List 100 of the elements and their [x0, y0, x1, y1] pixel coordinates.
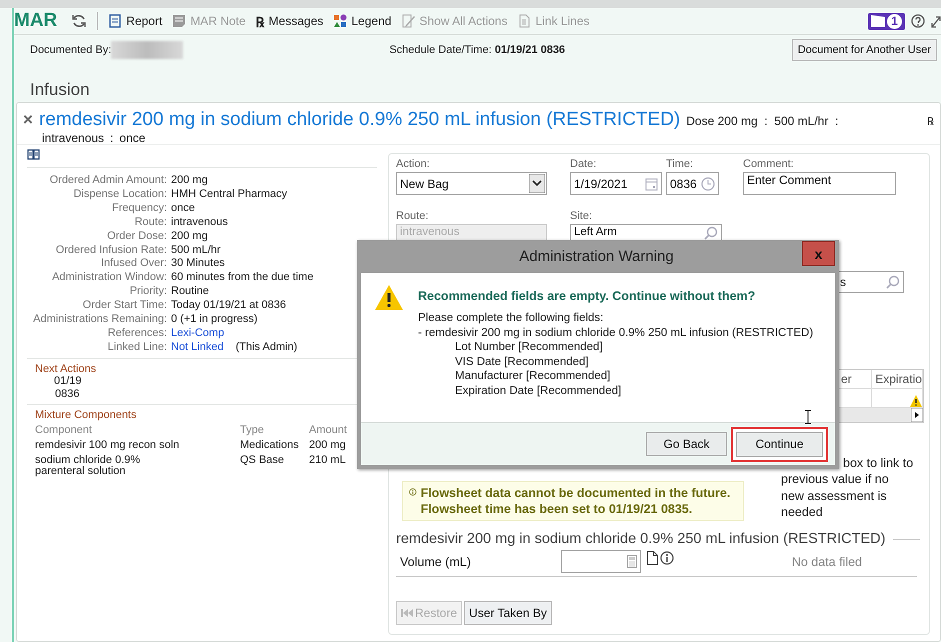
go-back-button[interactable]: Go Back	[646, 432, 727, 456]
field-label: Comment:	[743, 158, 795, 172]
rx-icon: ℞	[927, 113, 934, 128]
table-cell-text: sodium chloride 0.9% parenteral solution	[35, 455, 142, 478]
calendar-icon	[645, 176, 658, 190]
date-field[interactable]: 1/19/2021	[570, 172, 662, 195]
volume-field[interactable]	[560, 550, 641, 573]
calculator-icon	[626, 555, 637, 568]
note-icon	[172, 14, 186, 28]
column-header: Type	[240, 425, 265, 436]
clapperboard-icon	[871, 15, 885, 27]
required-field-item: VIS Date [Recommended]	[455, 354, 590, 369]
info-icon[interactable]	[660, 550, 674, 564]
separator-text: :	[110, 131, 114, 145]
table-cell-text: 210 mL	[309, 455, 347, 468]
detail-value: 60 minutes from the due time	[171, 271, 314, 286]
field-label: Date:	[570, 158, 598, 172]
document-link-icon	[517, 14, 532, 28]
detail-label: Dispense Location:	[72, 188, 167, 202]
table-cell-text: remdesivir 100 mg recon soln	[35, 440, 180, 452]
column-header: Amount	[309, 425, 348, 436]
table-cell-text: 200 mg	[309, 440, 347, 452]
detail-value: Today 01/19/21 at 0836	[171, 299, 287, 314]
app-title: MAR	[14, 10, 58, 32]
refresh-icon[interactable]	[71, 13, 88, 29]
user-taken-by-button[interactable]: User Taken By	[464, 601, 552, 625]
field-label: Volume (mL)	[400, 554, 471, 568]
detail-note: (This Admin)	[236, 340, 298, 353]
notification-badge[interactable]: 1	[868, 12, 905, 30]
text-field[interactable]: Enter Comment	[743, 172, 896, 195]
dose-rate: Dose 200 mg : 500 mL/hr :	[686, 114, 838, 128]
status-text: No data filed	[792, 554, 862, 568]
route-text: intravenous	[42, 131, 104, 145]
detail-value: 200 mg	[171, 174, 209, 188]
warning-icon	[375, 285, 403, 310]
detail-label: References:	[106, 326, 167, 341]
detail-label: Frequency:	[110, 202, 167, 216]
pencil-icon	[401, 14, 416, 28]
required-field-item: Manufacturer [Recommended]	[455, 369, 612, 384]
detail-label: Administration Window:	[51, 271, 167, 286]
detail-label: Order Dose:	[106, 230, 167, 244]
field-label: Time:	[666, 158, 694, 172]
hint-text: box to link to	[843, 455, 914, 472]
field-label: Documented By:	[30, 44, 112, 56]
clock-icon	[701, 176, 715, 190]
detail-value: HMH Central Pharmacy	[171, 188, 288, 202]
next-action-time: 0836	[55, 388, 80, 400]
detail-value: intravenous	[171, 216, 229, 230]
document-for-another-user-button[interactable]: Document for Another User	[792, 39, 937, 61]
toolbar-button[interactable]: Report	[108, 14, 162, 28]
table-cell-text: QS Base	[240, 455, 286, 468]
group-title: remdesivir 200 mg in sodium chloride 0.9% 250 mL infusion (RESTRICTED)	[396, 531, 886, 547]
dialog-title: Administration Warning	[518, 248, 675, 265]
detail-label: Ordered Infusion Rate:	[54, 244, 167, 258]
column-header: Component	[35, 425, 93, 436]
search-icon	[886, 275, 900, 289]
section-heading: Mixture Components	[35, 409, 138, 422]
detail-value: 500 mL/hr	[171, 244, 222, 258]
report-icon	[108, 14, 122, 28]
time-field[interactable]: 0836	[666, 172, 719, 195]
shapes-icon	[333, 14, 348, 28]
order-title[interactable]: remdesivir 200 mg in sodium chloride 0.9% 250 mL infusion (RESTRICTED)	[38, 109, 680, 131]
reference-link[interactable]: Lexi-Comp	[171, 326, 224, 339]
book-icon[interactable]	[27, 149, 40, 160]
continue-button[interactable]: Continue	[731, 426, 828, 462]
detail-value: 0 (+1 in progress)	[171, 313, 259, 327]
detail-label: Administrations Remaining:	[32, 313, 167, 327]
scrollbar[interactable]	[838, 408, 923, 422]
required-field-item: Lot Number [Recommended]	[455, 340, 604, 354]
arrow-right-icon[interactable]	[911, 408, 923, 422]
skip-back-icon	[401, 608, 413, 618]
reference-link[interactable]: Not Linked	[171, 340, 224, 353]
close-button[interactable]: ×	[23, 110, 33, 130]
toolbar-button[interactable]: Legend	[333, 14, 392, 28]
detail-value: 200 mg	[171, 230, 209, 244]
warning-heading: Recommended fields are empty. Continue without them?	[418, 289, 756, 303]
section-heading: Next Actions	[35, 362, 98, 376]
expand-icon[interactable]	[931, 14, 941, 28]
detail-value: 30 Minutes	[171, 257, 226, 272]
next-action-date: 01/19	[54, 375, 82, 388]
detail-label: Infused Over:	[100, 257, 167, 272]
detail-label: Order Start Time:	[82, 299, 167, 314]
search-icon	[704, 226, 718, 240]
field-label: Route:	[396, 210, 430, 224]
detail-label: Priority:	[128, 285, 167, 300]
close-button[interactable]: x	[802, 241, 835, 266]
toolbar-button[interactable]: ℞ Messages	[256, 12, 324, 30]
help-icon[interactable]	[911, 14, 925, 28]
dialog-text: Please complete the following fields:	[418, 311, 604, 326]
frequency-text: once	[119, 131, 146, 145]
detail-label: Linked Line:	[106, 340, 167, 355]
field-label: Site:	[570, 210, 594, 224]
dialog-text: - remdesivir 200 mg in sodium chloride 0.9% 250 mL infusion (RESTRICTED)	[418, 326, 814, 340]
rx-icon: ℞	[256, 12, 265, 30]
detail-value: once	[171, 202, 196, 216]
table-cell-text: Medications	[240, 440, 300, 452]
document-icon[interactable]	[646, 550, 658, 564]
action-dropdown[interactable]: New Bag	[396, 172, 547, 195]
chevron-down-icon	[529, 174, 545, 193]
detail-label: Ordered Admin Amount:	[48, 174, 167, 188]
